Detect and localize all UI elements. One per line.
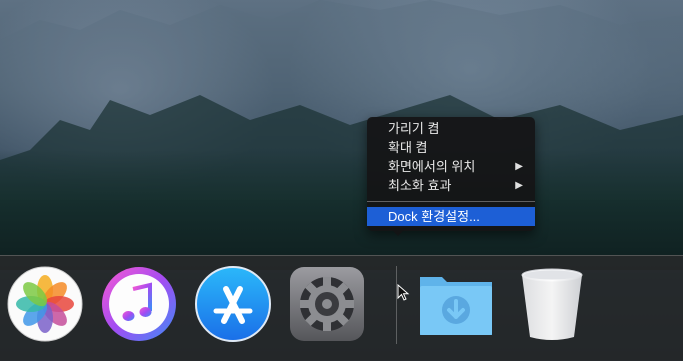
menu-separator <box>367 201 535 202</box>
menu-item-label: Dock 환경설정... <box>388 209 480 224</box>
menu-item-position-on-screen[interactable]: 화면에서의 위치 ▶ <box>367 157 535 176</box>
dock-context-menu: 가리기 켬 확대 켬 화면에서의 위치 ▶ 최소화 효과 ▶ Dock 환경설정… <box>367 117 535 231</box>
submenu-arrow-icon: ▶ <box>515 161 523 172</box>
menu-item-label: 화면에서의 위치 <box>388 159 476 174</box>
photos-app-icon[interactable] <box>6 265 84 343</box>
downloads-folder-icon[interactable] <box>416 265 494 343</box>
menu-item-minimize-effect[interactable]: 최소화 효과 ▶ <box>367 176 535 195</box>
trash-icon[interactable] <box>517 265 595 343</box>
itunes-app-icon[interactable] <box>100 265 178 343</box>
menu-pointer-tail <box>390 228 406 236</box>
menu-item-label: 확대 켬 <box>388 140 428 155</box>
app-store-app-icon[interactable] <box>194 265 272 343</box>
menu-item-dock-preferences[interactable]: Dock 환경설정... <box>367 207 535 226</box>
menu-item-label: 가리기 켬 <box>388 121 440 136</box>
menu-item-magnification[interactable]: 확대 켬 <box>367 138 535 157</box>
menu-item-hiding[interactable]: 가리기 켬 <box>367 119 535 138</box>
forest-treeline <box>0 150 683 270</box>
system-preferences-app-icon[interactable] <box>288 265 366 343</box>
submenu-arrow-icon: ▶ <box>515 180 523 191</box>
mouse-cursor-icon <box>397 283 411 307</box>
menu-item-label: 최소화 효과 <box>388 178 452 193</box>
